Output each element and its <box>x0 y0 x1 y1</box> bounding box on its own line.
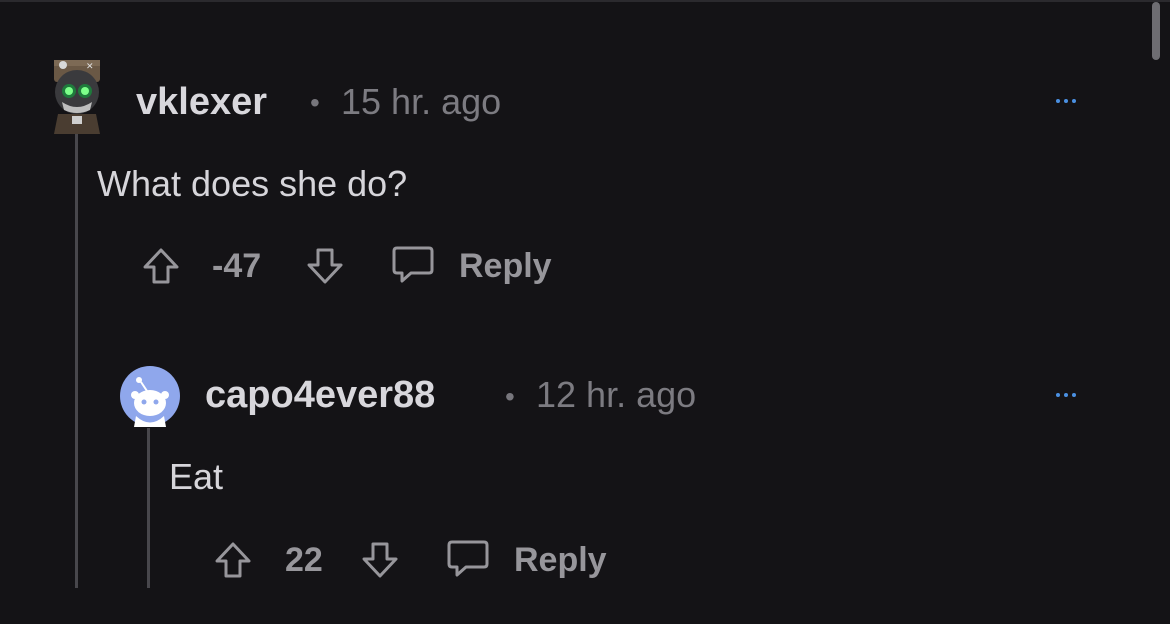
thread-line[interactable] <box>147 428 150 588</box>
more-options-button[interactable] <box>1056 393 1076 397</box>
comment-username[interactable]: capo4ever88 <box>205 373 435 417</box>
reply-button[interactable]: Reply <box>459 246 552 286</box>
meta-separator: • <box>505 381 515 412</box>
comment-timestamp: 15 hr. ago <box>341 81 502 122</box>
upvote-arrow-icon[interactable] <box>142 246 180 286</box>
more-dot <box>1056 393 1060 397</box>
vote-score: -47 <box>212 247 262 285</box>
upvote-arrow-icon[interactable] <box>214 540 252 580</box>
comment-timestamp: 12 hr. ago <box>536 374 697 415</box>
comment-username[interactable]: vklexer <box>136 80 267 124</box>
more-options-button[interactable] <box>1056 99 1076 103</box>
reply-button[interactable]: Reply <box>514 540 607 580</box>
vote-score: 22 <box>285 541 323 579</box>
svg-text:✕: ✕ <box>86 62 94 72</box>
comment-bubble-icon[interactable] <box>446 538 490 580</box>
top-divider <box>0 0 1170 2</box>
more-dot <box>1056 99 1060 103</box>
snoo-avatar-icon[interactable] <box>119 365 181 427</box>
thread-line[interactable] <box>75 134 78 588</box>
more-dot <box>1072 393 1076 397</box>
scrollbar-thumb[interactable] <box>1152 2 1160 60</box>
robot-avatar-icon[interactable]: ✕ <box>46 50 108 134</box>
more-dot <box>1064 393 1068 397</box>
comment-body: Eat <box>169 456 224 497</box>
more-dot <box>1064 99 1068 103</box>
more-dot <box>1072 99 1076 103</box>
meta-separator: • <box>310 87 320 118</box>
comment-bubble-icon[interactable] <box>391 244 435 286</box>
downvote-arrow-icon[interactable] <box>306 246 344 286</box>
downvote-arrow-icon[interactable] <box>361 540 399 580</box>
comment-body: What does she do? <box>97 163 408 204</box>
